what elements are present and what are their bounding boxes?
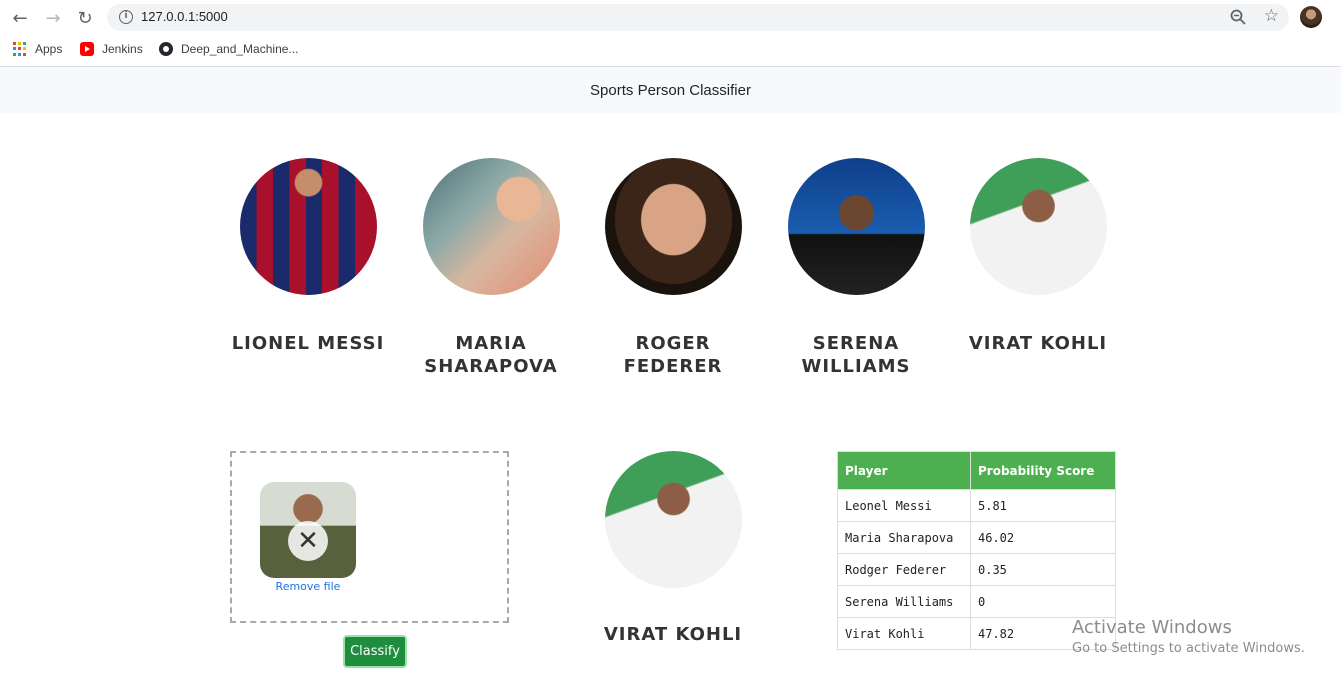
reload-icon[interactable]: ↻ xyxy=(73,6,97,30)
score-cell: 5.81 xyxy=(970,489,1116,522)
uploaded-image-thumbnail: ✕ xyxy=(260,482,356,578)
bookmark-jenkins[interactable]: Jenkins xyxy=(80,40,143,58)
classify-button[interactable]: Classify xyxy=(343,635,407,668)
table-header-row: Player Probability Score xyxy=(837,451,1116,490)
player-name: ROGER FEDERER xyxy=(623,333,723,377)
player-cell: Serena Williams xyxy=(837,585,971,618)
activate-windows-watermark: Activate Windows Go to Settings to activ… xyxy=(1072,617,1305,656)
bookmark-star-icon[interactable]: ☆ xyxy=(1264,6,1279,26)
player-cell: Rodger Federer xyxy=(837,553,971,586)
player-name: MARIA SHARAPOVA xyxy=(424,333,558,377)
zoom-icon[interactable] xyxy=(1229,8,1247,26)
bookmark-deep-and-machine[interactable]: Deep_and_Machine... xyxy=(159,40,298,58)
page-title: Sports Person Classifier xyxy=(590,81,751,99)
bookmark-label: Deep_and_Machine... xyxy=(181,42,299,56)
browser-toolbar: ← → ↻ i 127.0.0.1:5000 ☆ xyxy=(0,0,1341,35)
player-photo xyxy=(422,158,560,295)
player-card-sharapova: MARIA SHARAPOVA xyxy=(422,158,560,377)
remove-x-icon[interactable]: ✕ xyxy=(288,521,328,561)
forward-arrow-icon[interactable]: → xyxy=(41,6,65,30)
table-row: Maria Sharapova 46.02 xyxy=(837,521,1116,554)
player-photo xyxy=(787,158,925,295)
bookmark-apps[interactable]: Apps xyxy=(13,40,62,58)
player-photo xyxy=(604,158,742,295)
table-row: Serena Williams 0 xyxy=(837,585,1116,618)
player-card-kohli: VIRAT KOHLI xyxy=(969,158,1107,354)
player-cell: Virat Kohli xyxy=(837,617,971,650)
github-icon xyxy=(159,42,173,56)
watermark-subtitle: Go to Settings to activate Windows. xyxy=(1072,641,1305,656)
player-cell: Maria Sharapova xyxy=(837,521,971,554)
column-header-probability: Probability Score xyxy=(970,451,1116,490)
apps-grid-icon xyxy=(13,42,27,56)
score-cell: 46.02 xyxy=(970,521,1116,554)
player-photo xyxy=(969,158,1107,295)
watermark-title: Activate Windows xyxy=(1072,617,1232,638)
player-name: SERENA WILLIAMS xyxy=(801,333,911,377)
bookmark-label: Apps xyxy=(35,42,63,56)
address-bar[interactable]: i 127.0.0.1:5000 ☆ xyxy=(107,4,1289,31)
bookmark-label: Jenkins xyxy=(102,42,143,56)
player-name: LIONEL MESSI xyxy=(231,333,385,354)
profile-avatar[interactable] xyxy=(1300,6,1322,28)
bookmarks-bar: Apps Jenkins Deep_and_Machine... xyxy=(0,35,1341,63)
site-info-icon[interactable]: i xyxy=(119,10,133,24)
page-header: Sports Person Classifier xyxy=(0,67,1341,113)
back-arrow-icon[interactable]: ← xyxy=(8,6,32,30)
player-card-federer: ROGER FEDERER xyxy=(604,158,742,377)
url-text[interactable]: 127.0.0.1:5000 xyxy=(141,9,228,24)
score-cell: 0 xyxy=(970,585,1116,618)
remove-file-link[interactable]: Remove file xyxy=(260,580,356,593)
player-name: VIRAT KOHLI xyxy=(968,333,1108,354)
youtube-icon xyxy=(80,42,94,56)
table-row: Leonel Messi 5.81 xyxy=(837,489,1116,522)
player-cell: Leonel Messi xyxy=(837,489,971,522)
player-card-messi: LIONEL MESSI xyxy=(232,158,383,354)
file-dropzone[interactable]: ✕ Remove file xyxy=(230,451,509,623)
column-header-player: Player xyxy=(837,451,971,490)
player-card-serena: SERENA WILLIAMS xyxy=(787,158,925,377)
result-player-name: VIRAT KOHLI xyxy=(603,624,743,645)
player-photo xyxy=(239,158,377,295)
result-photo xyxy=(605,451,742,588)
score-cell: 0.35 xyxy=(970,553,1116,586)
table-row: Rodger Federer 0.35 xyxy=(837,553,1116,586)
